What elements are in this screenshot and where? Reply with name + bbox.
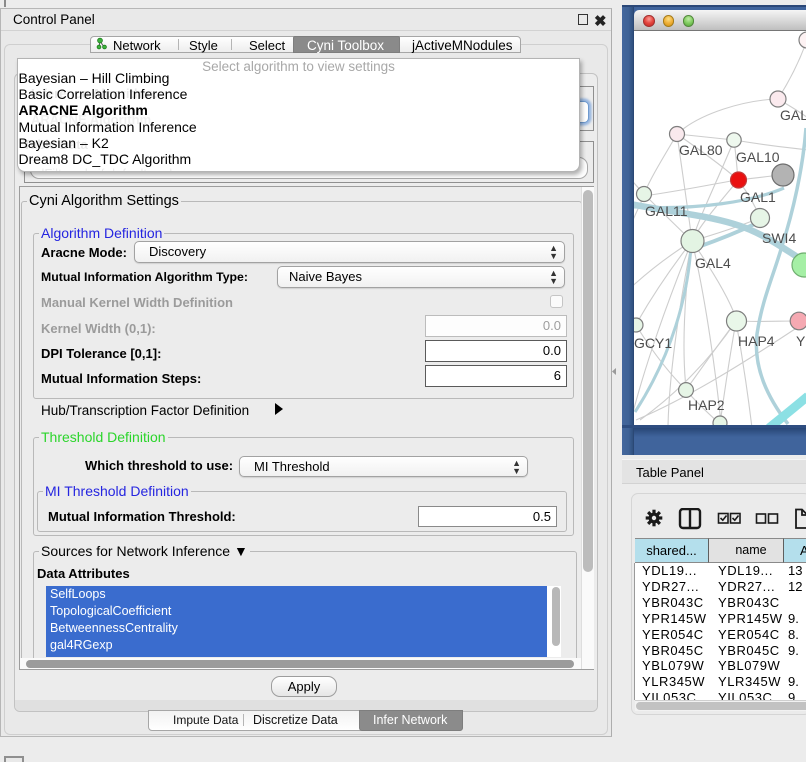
svg-text:YE: YE: [796, 333, 806, 349]
svg-text:GAL10: GAL10: [736, 149, 780, 165]
svg-text:GAL80: GAL80: [679, 142, 723, 158]
svg-text:SWI4: SWI4: [762, 230, 796, 246]
svg-text:GAL11: GAL11: [645, 203, 688, 219]
svg-text:HAP2: HAP2: [688, 397, 725, 413]
svg-text:HAP4: HAP4: [738, 333, 775, 349]
svg-text:GAL7: GAL7: [780, 107, 806, 123]
svg-text:GCY1: GCY1: [634, 335, 672, 351]
svg-text:GAL1: GAL1: [740, 189, 776, 205]
svg-text:GAL4: GAL4: [695, 255, 731, 271]
